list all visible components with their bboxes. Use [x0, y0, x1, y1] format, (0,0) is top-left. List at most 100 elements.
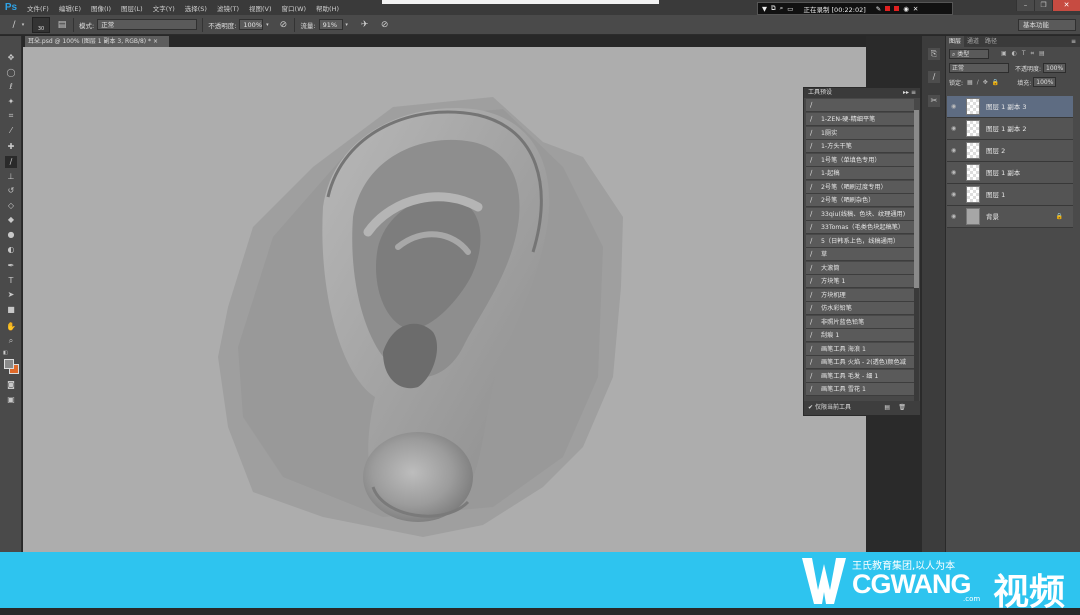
delete-preset-icon[interactable]: 🗑	[898, 401, 906, 415]
menu-view[interactable]: 视图(V)	[244, 3, 277, 13]
layer-filter-select[interactable]: ⌕ 类型	[949, 49, 989, 59]
default-colors-icon[interactable]: ◧	[3, 350, 8, 356]
opacity-chevron-icon[interactable]: ▾	[263, 19, 271, 31]
tool-presets-icon[interactable]: ✂	[928, 95, 940, 107]
brush-size-preview[interactable]: 30	[32, 16, 50, 33]
rectangle-tool-icon[interactable]: ■	[5, 304, 17, 316]
history-panel-icon[interactable]: ⎘	[928, 48, 940, 60]
panel-menu-icon[interactable]: ≡	[1071, 36, 1080, 47]
menu-edit[interactable]: 编辑(E)	[54, 3, 86, 13]
layer-row[interactable]: ◉ 背景 🔒	[947, 206, 1073, 228]
panel-menu-icon[interactable]: ▸▸ ≡	[903, 88, 916, 98]
lock-icons[interactable]: ▦∕✥🔒	[967, 79, 1003, 86]
airbrush-icon[interactable]: ✈	[359, 19, 371, 31]
preset-item[interactable]: ∕ 画笔工具 火焰 - 2(透色)颜色减	[806, 356, 914, 369]
visibility-eye-icon[interactable]: ◉	[951, 103, 956, 110]
screen-icon[interactable]: ▭	[787, 5, 793, 13]
flow-chevron-icon[interactable]: ▾	[343, 19, 351, 31]
layer-row[interactable]: ◉ 图层 1 副本 3	[947, 96, 1073, 118]
crop-tool-icon[interactable]: ⌗	[5, 110, 17, 122]
preset-item[interactable]: ∕ 画笔工具 海浪 1	[806, 342, 914, 356]
preset-item[interactable]: ∕ 刮痕 1	[806, 329, 914, 342]
brush-tool-icon[interactable]: ∕	[8, 19, 20, 31]
current-tool-only-checkbox[interactable]: ✔	[808, 404, 813, 411]
preset-item[interactable]: ∕ 2号笔（晒刷过度专用）	[806, 180, 914, 194]
camera-icon[interactable]: ◉	[903, 5, 909, 13]
fill-field[interactable]: 100%	[1033, 77, 1057, 87]
window-icon[interactable]: ⧉	[771, 4, 776, 13]
presets-scroll-thumb[interactable]	[914, 110, 919, 288]
preset-item[interactable]: ∕ 方块笔 1	[806, 275, 914, 288]
restore-icon[interactable]: ❐	[1034, 0, 1052, 11]
layer-row[interactable]: ◉ 图层 2	[947, 140, 1073, 162]
pressure-size-icon[interactable]: ⊘	[379, 19, 391, 31]
visibility-eye-icon[interactable]: ◉	[951, 191, 956, 198]
tab-layers[interactable]: 图层	[946, 36, 965, 47]
preset-item[interactable]: ∕ 大滚筒	[806, 261, 914, 275]
foreground-color-swatch[interactable]	[4, 359, 14, 369]
healing-brush-tool-icon[interactable]: ✚	[5, 141, 17, 153]
visibility-eye-icon[interactable]: ◉	[951, 147, 956, 154]
preset-item[interactable]: ∕ 草	[806, 248, 914, 261]
preset-item[interactable]: ∕ 1厕实	[806, 126, 914, 140]
tab-paths[interactable]: 路径	[982, 36, 1000, 47]
menu-window[interactable]: 窗口(W)	[277, 3, 312, 13]
preset-item[interactable]: ∕ 方块机理	[806, 288, 914, 302]
document-tab[interactable]: 耳朵.psd @ 100% (图层 1 副本 3, RGB/8) * ×	[25, 36, 169, 47]
preset-item[interactable]: ∕ 仿水彩铅笔	[806, 302, 914, 315]
type-tool-icon[interactable]: T	[5, 275, 17, 287]
close-icon[interactable]: ✕	[1052, 0, 1080, 11]
layer-row[interactable]: ◉ 图层 1	[947, 184, 1073, 206]
blur-tool-icon[interactable]: ●	[5, 229, 17, 241]
quick-mask-icon[interactable]: ◙	[5, 379, 17, 391]
menu-select[interactable]: 选择(S)	[180, 3, 212, 13]
pen-icon[interactable]: ✎	[876, 5, 881, 13]
blend-mode-select[interactable]: 正常	[949, 63, 1009, 73]
menu-image[interactable]: 图像(I)	[86, 3, 116, 13]
preset-item[interactable]: ∕ 33qiu(线稿、色块、纹理通用)	[806, 207, 914, 221]
marquee-tool-icon[interactable]: ◯	[5, 67, 17, 79]
lasso-tool-icon[interactable]: ℓ	[5, 81, 17, 93]
chevron-down-icon[interactable]: ▾	[20, 19, 26, 31]
eyedropper-tool-icon[interactable]: ⁄	[5, 125, 17, 137]
move-tool-icon[interactable]: ✥	[5, 52, 17, 64]
layer-row[interactable]: ◉ 图层 1 副本	[947, 162, 1073, 184]
clone-stamp-tool-icon[interactable]: ⊥	[5, 171, 17, 183]
document-canvas[interactable]	[23, 47, 866, 552]
brush-settings-icon[interactable]: ∕	[928, 71, 940, 83]
menu-type[interactable]: 文字(Y)	[148, 3, 180, 13]
minimize-icon[interactable]: –	[1016, 0, 1034, 11]
tab-close-icon[interactable]: ×	[153, 38, 158, 45]
mode-select[interactable]: 正常	[97, 19, 198, 30]
filter-icons[interactable]: ▣◐T⌗▤	[1001, 50, 1050, 58]
magic-wand-tool-icon[interactable]: ✦	[5, 96, 17, 108]
eraser-tool-icon[interactable]: ◇	[5, 200, 17, 212]
brush-panel-icon[interactable]: ▤	[56, 19, 68, 31]
layer-row[interactable]: ◉ 图层 1 副本 2	[947, 118, 1073, 140]
hand-tool-icon[interactable]: ✋	[5, 321, 17, 333]
history-brush-tool-icon[interactable]: ↺	[5, 185, 17, 197]
workspace-select[interactable]: 基本功能	[1018, 19, 1076, 31]
dodge-tool-icon[interactable]: ◐	[5, 244, 17, 256]
pressure-opacity-icon[interactable]: ⊘	[277, 19, 289, 31]
tab-channels[interactable]: 通道	[964, 36, 982, 47]
pen-tool-icon[interactable]: ✒	[5, 260, 17, 272]
preset-current-brush[interactable]: ∕	[806, 99, 914, 112]
preset-item[interactable]: ∕ 2号笔（晒刷杂色）	[806, 194, 914, 207]
preset-item[interactable]: ∕ 画笔工具 雪花 1	[806, 383, 914, 396]
flow-field[interactable]: 91%	[318, 19, 343, 30]
zoom-icon[interactable]: ⌕	[780, 4, 784, 13]
dropdown-icon[interactable]: ▼	[762, 5, 767, 13]
layer-opacity-field[interactable]: 100%	[1043, 63, 1067, 73]
preset-item[interactable]: ∕ 33Tomas（毛类色块起稿笔）	[806, 221, 914, 234]
record-icon[interactable]	[894, 6, 900, 11]
opacity-field[interactable]: 100%	[239, 19, 264, 30]
preset-item[interactable]: ∕ 1-方头干笔	[806, 140, 914, 153]
preset-item[interactable]: ∕ 画笔工具 毛发 - 细 1	[806, 369, 914, 383]
paint-bucket-tool-icon[interactable]: ◆	[5, 214, 17, 226]
preset-item[interactable]: ∕ 1-起稿	[806, 167, 914, 180]
path-selection-tool-icon[interactable]: ➤	[5, 289, 17, 301]
visibility-eye-icon[interactable]: ◉	[951, 125, 956, 132]
menu-file[interactable]: 文件(F)	[22, 3, 54, 13]
menu-help[interactable]: 帮助(H)	[311, 3, 344, 13]
